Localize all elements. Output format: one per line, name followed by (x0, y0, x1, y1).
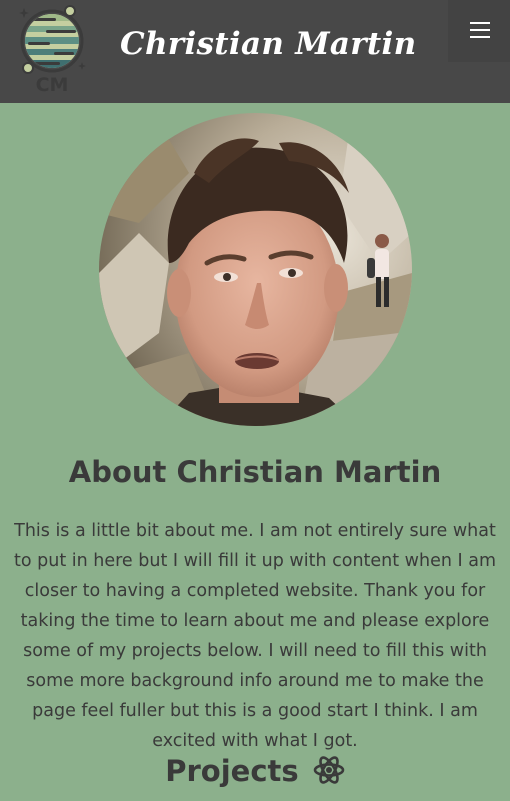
site-header: CM Christian Martin (0, 0, 510, 103)
atom-icon (313, 756, 345, 784)
profile-photo (99, 113, 412, 426)
hamburger-menu-button[interactable] (448, 0, 510, 62)
projects-heading: Projects (0, 754, 510, 788)
site-logo[interactable]: CM (16, 4, 88, 96)
svg-text:CM: CM (36, 74, 69, 96)
about-text: This is a little bit about me. I am not … (13, 521, 496, 751)
projects-heading-label: Projects (165, 754, 299, 788)
about-title: About Christian Martin (68, 455, 442, 489)
site-name[interactable]: Christian Martin (120, 26, 416, 62)
